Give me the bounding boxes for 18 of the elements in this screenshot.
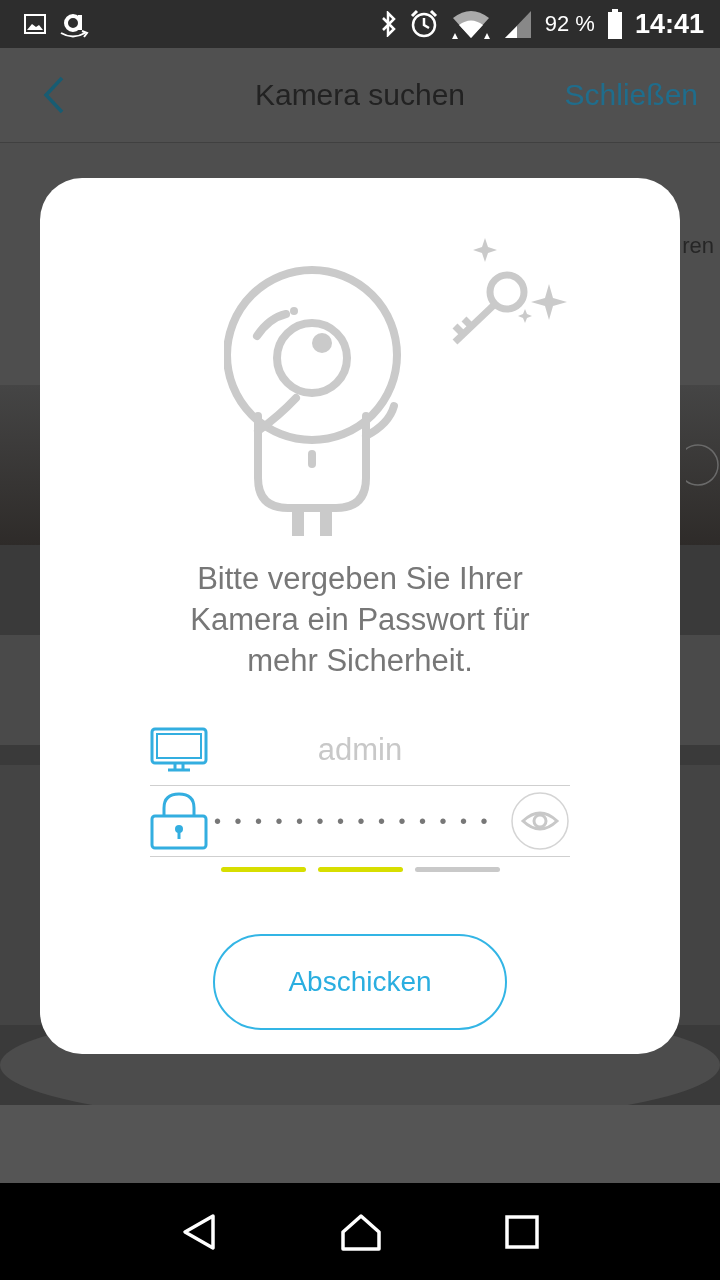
submit-button[interactable]: Abschicken <box>213 934 507 1030</box>
gallery-icon <box>24 14 46 34</box>
signal-icon <box>502 9 533 39</box>
circle-button-icon <box>686 443 720 487</box>
dialog-message: Bitte vergeben Sie Ihrer Kamera ein Passwort für mehr Sicherheit. <box>189 560 531 680</box>
close-link[interactable]: Schließen <box>564 78 698 112</box>
alarm-clock-icon <box>408 9 439 39</box>
padlock-icon <box>150 792 208 850</box>
clock: 14:41 <box>634 8 704 40</box>
home-icon[interactable] <box>340 1212 382 1251</box>
bluetooth-icon <box>380 11 397 37</box>
monitor-icon <box>150 727 208 773</box>
back-nav-icon[interactable] <box>181 1212 218 1251</box>
battery-percent: 92 % <box>544 11 595 37</box>
password-field[interactable]: •••••••••••••• <box>208 809 510 833</box>
wifi-icon <box>450 8 491 40</box>
recent-apps-icon[interactable] <box>504 1214 539 1249</box>
battery-icon <box>606 9 623 39</box>
